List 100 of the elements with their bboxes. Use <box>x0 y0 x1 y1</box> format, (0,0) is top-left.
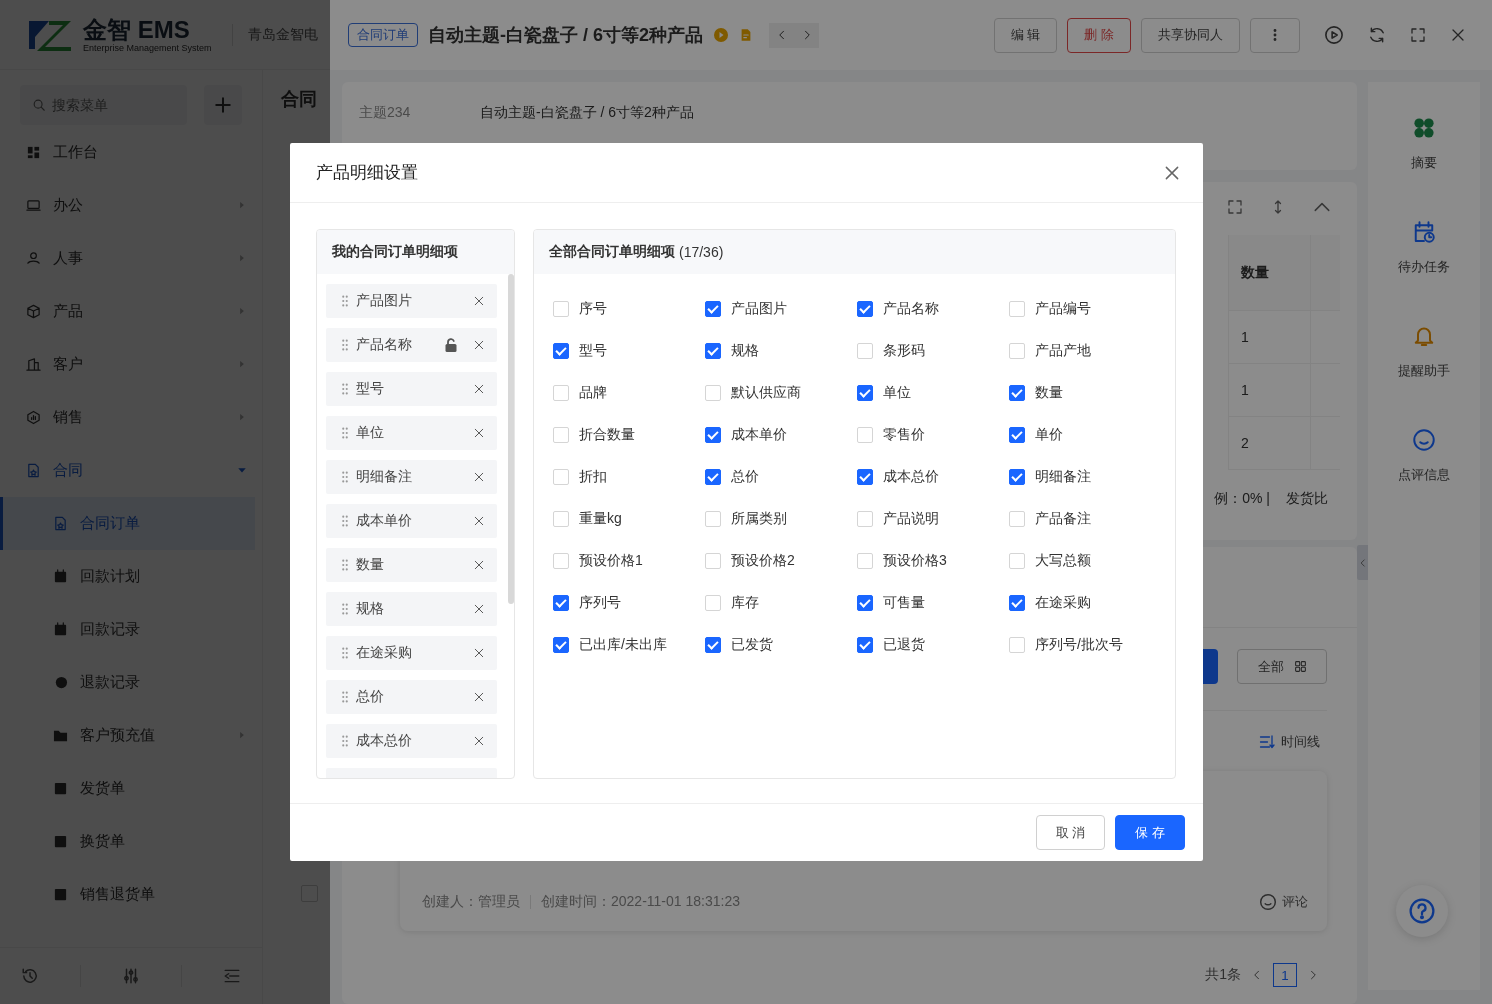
panel-tab[interactable]: 提醒助手 <box>1398 324 1450 380</box>
close-icon[interactable] <box>1450 27 1466 43</box>
folder-icon <box>53 728 68 743</box>
summary-text: 发货比 <box>1286 490 1328 508</box>
summary-text: 例：0% | <box>1214 490 1270 508</box>
remove-icon[interactable] <box>473 735 485 747</box>
list-item[interactable]: 明细备注 <box>326 460 497 494</box>
panel-tab[interactable]: 摘要 <box>1411 116 1437 172</box>
menu-collapse-icon[interactable] <box>223 967 242 985</box>
page-button[interactable]: 1 <box>1273 963 1297 987</box>
checkbox-label: 大写总额 <box>1035 552 1091 570</box>
checkbox[interactable] <box>553 343 569 359</box>
item-label: 明细备注 <box>356 468 413 486</box>
next-button[interactable] <box>794 22 820 48</box>
panel-tab[interactable]: 点评信息 <box>1398 428 1450 484</box>
remove-icon[interactable] <box>473 559 485 571</box>
list-item[interactable]: 在途采购 <box>326 636 497 670</box>
add-button[interactable] <box>204 85 242 125</box>
more-button[interactable] <box>1250 17 1300 53</box>
package-icon <box>53 834 68 849</box>
checkbox[interactable] <box>705 637 721 653</box>
play-icon[interactable] <box>1324 25 1344 45</box>
item-label: 数量 <box>356 556 385 574</box>
checkbox-label: 单价 <box>1035 426 1063 444</box>
remove-icon[interactable] <box>473 471 485 483</box>
checkbox-label: 型号 <box>579 342 607 360</box>
list-item[interactable]: 总价 <box>326 680 497 714</box>
checkbox[interactable] <box>857 385 873 401</box>
refresh-icon[interactable] <box>1368 26 1386 44</box>
timeline-icon <box>1259 734 1275 750</box>
checkbox[interactable] <box>705 427 721 443</box>
checkbox-label: 产品编号 <box>1035 300 1091 318</box>
logo-title: 金智 EMS <box>83 16 191 43</box>
help-icon <box>1408 897 1436 925</box>
collapse-handle[interactable] <box>1357 545 1368 580</box>
delete-button[interactable]: 删 除 <box>1067 17 1131 53</box>
checkbox[interactable] <box>1009 427 1025 443</box>
item-label: 型号 <box>356 380 385 398</box>
checkbox[interactable] <box>705 469 721 485</box>
remove-icon[interactable] <box>473 427 485 439</box>
remove-icon[interactable] <box>473 691 485 703</box>
checkbox-label: 规格 <box>731 342 759 360</box>
box-icon <box>26 304 41 319</box>
fullscreen-icon[interactable] <box>1410 27 1426 43</box>
previous-button[interactable] <box>769 22 795 48</box>
checkbox[interactable] <box>857 637 873 653</box>
checkbox-label: 所属类别 <box>731 510 787 528</box>
list-item[interactable]: 单位 <box>326 416 497 450</box>
panel-tab[interactable]: 待办任务 <box>1398 220 1450 276</box>
list-item[interactable]: 产品图片 <box>326 284 497 318</box>
remove-icon[interactable] <box>473 515 485 527</box>
checkbox[interactable] <box>705 343 721 359</box>
list-item[interactable]: 成本总价 <box>326 724 497 758</box>
list-item[interactable]: 规格 <box>326 592 497 626</box>
checkbox-label: 成本单价 <box>731 426 787 444</box>
chart-icon <box>26 410 41 425</box>
action-button[interactable]: 编 辑 <box>993 17 1058 53</box>
checkbox[interactable] <box>1009 595 1025 611</box>
checkbox-label: 折合数量 <box>579 426 635 444</box>
checkbox[interactable] <box>857 595 873 611</box>
remove-icon[interactable] <box>473 383 485 395</box>
plus-icon <box>214 96 232 114</box>
list-item[interactable]: 成本单价 <box>326 504 497 538</box>
created-time: 创建时间：2022-11-01 18:31:23 <box>541 893 740 911</box>
checkbox[interactable] <box>1009 469 1025 485</box>
remove-icon[interactable] <box>473 603 485 615</box>
logo-subtitle: Enterprise Management System <box>83 42 212 53</box>
checkbox[interactable] <box>857 469 873 485</box>
chat-icon <box>1259 893 1277 911</box>
item-label: 成本总价 <box>356 732 413 750</box>
panel-title: 全部合同订单明细项 <box>549 243 675 261</box>
filter-button[interactable]: 全部 <box>1237 649 1327 684</box>
save-button[interactable]: 保 存 <box>1115 815 1185 850</box>
checkbox-label: 预设价格3 <box>883 552 947 570</box>
checkbox[interactable] <box>553 637 569 653</box>
remove-icon[interactable] <box>473 647 485 659</box>
list-item[interactable]: 产品名称 <box>326 328 497 362</box>
checkbox-label: 总价 <box>731 468 759 486</box>
scrollbar[interactable] <box>508 274 514 604</box>
checkbox-label: 折扣 <box>579 468 607 486</box>
list-item[interactable]: 数量 <box>326 548 497 582</box>
sliders-icon[interactable] <box>121 967 140 985</box>
cancel-button[interactable]: 取 消 <box>1036 815 1105 850</box>
selection-count: (17/36) <box>679 244 724 260</box>
total-count: 共1条 <box>1205 966 1241 984</box>
timeline-button[interactable]: 时间线 <box>1259 733 1320 751</box>
action-button[interactable]: 共享协同人 <box>1141 17 1240 53</box>
checkbox[interactable] <box>705 301 721 317</box>
history-icon[interactable] <box>20 967 39 985</box>
checkbox[interactable] <box>857 301 873 317</box>
checkbox-label: 已出库/未出库 <box>579 636 667 654</box>
remove-icon[interactable] <box>473 295 485 307</box>
fullscreen-icon[interactable] <box>1227 199 1243 215</box>
remove-icon[interactable] <box>473 339 485 351</box>
list-item[interactable]: 型号 <box>326 372 497 406</box>
checkbox[interactable] <box>1009 385 1025 401</box>
item-label: 单位 <box>356 424 385 442</box>
checkbox[interactable] <box>553 595 569 611</box>
comment-button[interactable]: 评论 <box>1259 893 1308 911</box>
clover-icon <box>1412 116 1436 140</box>
